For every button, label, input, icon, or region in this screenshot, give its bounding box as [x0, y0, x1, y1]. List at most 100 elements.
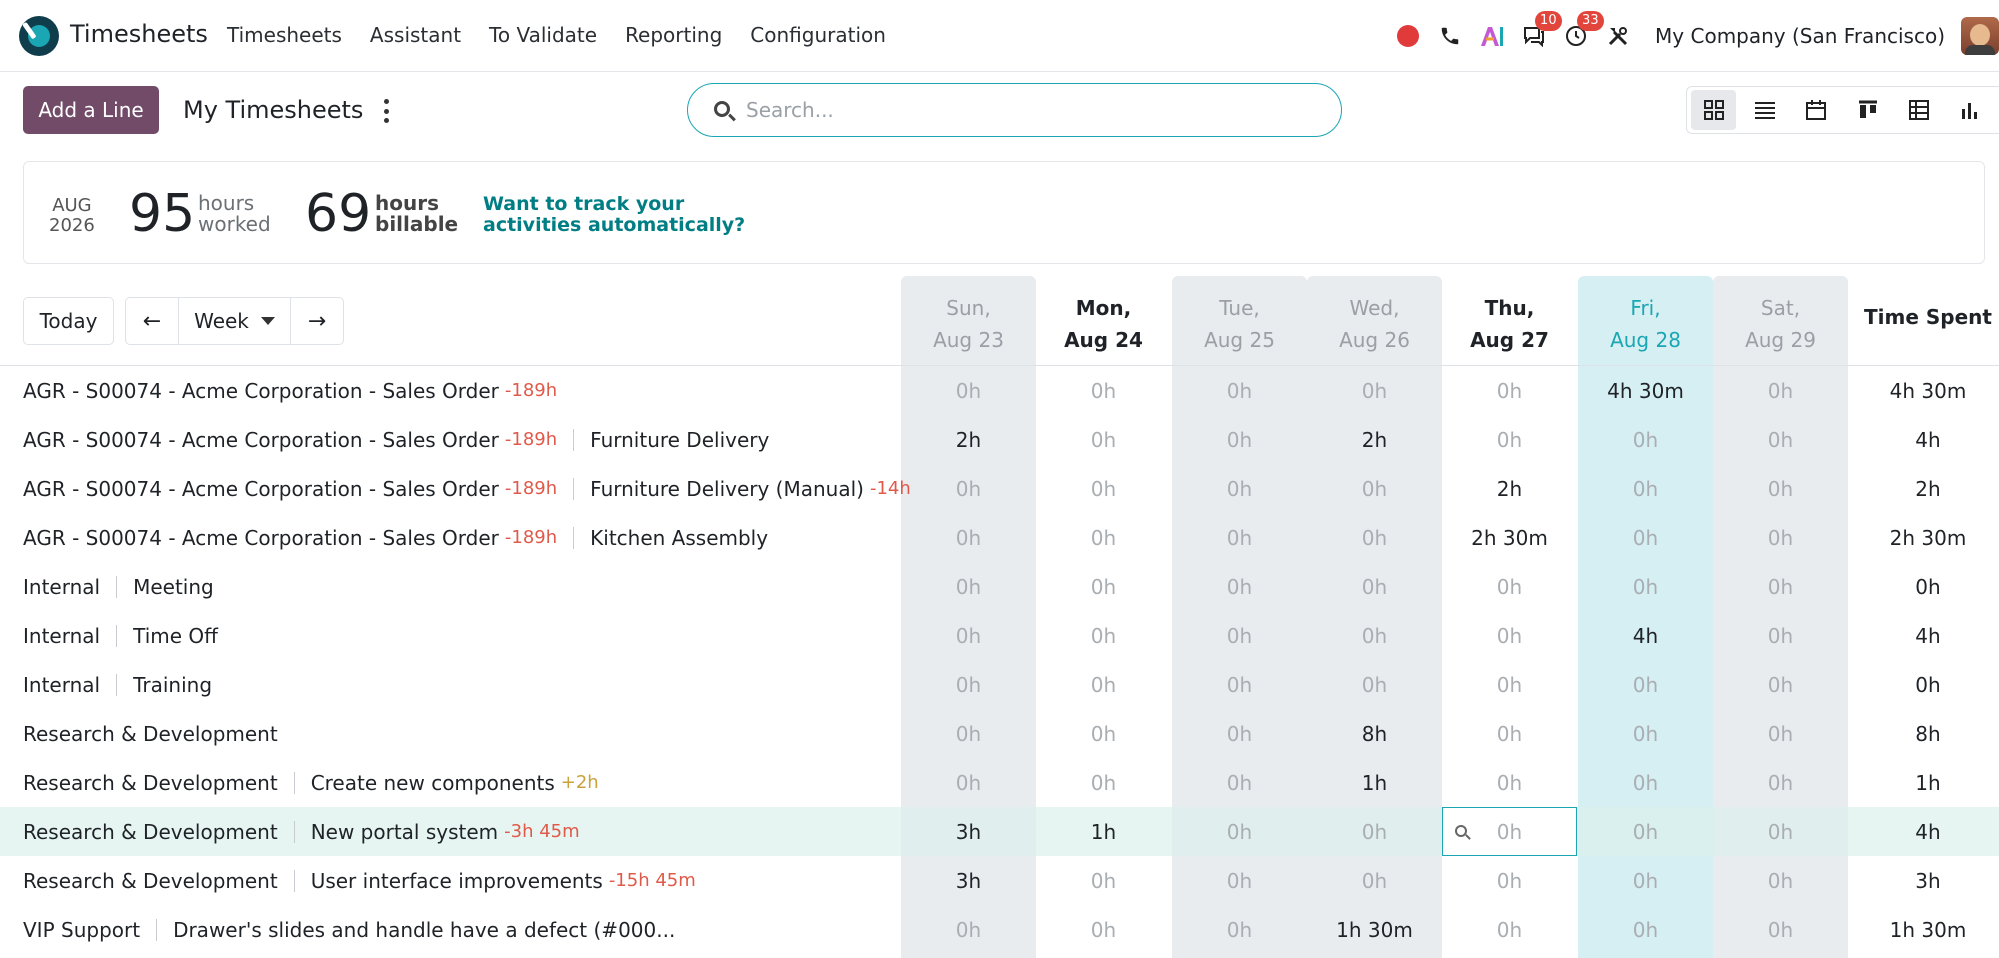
timesheet-cell[interactable]: 0h: [1442, 611, 1577, 660]
task-name[interactable]: Kitchen Assembly: [590, 526, 768, 550]
project-name[interactable]: Internal: [23, 624, 100, 648]
user-avatar[interactable]: [1961, 17, 1999, 55]
timesheet-cell[interactable]: 8h: [1307, 709, 1442, 758]
timesheet-cell[interactable]: 2h: [1307, 415, 1442, 464]
app-title[interactable]: Timesheets: [70, 20, 208, 48]
timesheet-cell[interactable]: 0h: [1036, 513, 1171, 562]
timesheet-cell[interactable]: 0h: [901, 709, 1036, 758]
menu-item-assistant[interactable]: Assistant: [370, 23, 461, 47]
project-name[interactable]: AGR - S00074 - Acme Corporation - Sales …: [23, 477, 499, 501]
task-name[interactable]: User interface improvements: [311, 869, 603, 893]
timesheet-cell[interactable]: 0h: [1172, 415, 1307, 464]
timesheet-cell[interactable]: 2h: [1442, 464, 1577, 513]
project-name[interactable]: Research & Development: [23, 820, 278, 844]
timesheet-cell[interactable]: 0h: [1442, 366, 1577, 415]
menu-item-configuration[interactable]: Configuration: [750, 23, 886, 47]
timesheet-cell[interactable]: 0h: [1172, 758, 1307, 807]
timesheet-cell[interactable]: 0h: [1307, 513, 1442, 562]
timesheet-cell[interactable]: 2h 30m: [1442, 513, 1577, 562]
project-name[interactable]: Internal: [23, 575, 100, 599]
timesheet-cell[interactable]: 0h: [1442, 856, 1577, 905]
pivot-view-icon[interactable]: [1896, 90, 1941, 130]
timesheet-cell[interactable]: 3h: [901, 807, 1036, 856]
timesheet-cell[interactable]: 1h 30m: [1307, 905, 1442, 954]
timesheet-cell[interactable]: 0h: [1442, 660, 1577, 709]
timesheet-cell[interactable]: 0h: [1172, 856, 1307, 905]
timesheet-cell[interactable]: 0h: [1172, 660, 1307, 709]
timesheet-cell[interactable]: 0h: [1172, 464, 1307, 513]
project-name[interactable]: VIP Support: [23, 918, 140, 942]
project-name[interactable]: AGR - S00074 - Acme Corporation - Sales …: [23, 526, 499, 550]
timesheet-cell[interactable]: 0h: [1578, 660, 1713, 709]
row-label[interactable]: AGR - S00074 - Acme Corporation - Sales …: [23, 366, 557, 415]
timesheet-cell[interactable]: 4h: [1578, 611, 1713, 660]
timesheet-cell[interactable]: 0h: [901, 611, 1036, 660]
timesheet-cell[interactable]: 0h: [1578, 513, 1713, 562]
timesheet-cell[interactable]: 0h: [901, 366, 1036, 415]
timesheet-cell[interactable]: 1h: [1036, 807, 1171, 856]
add-line-button[interactable]: Add a Line: [23, 86, 159, 134]
row-label[interactable]: Research & Development User interface imp…: [23, 856, 696, 905]
record-dot-icon[interactable]: [1397, 25, 1420, 47]
timesheet-cell[interactable]: 0h: [1578, 415, 1713, 464]
today-button[interactable]: Today: [23, 297, 114, 345]
timesheet-cell[interactable]: 0h: [1036, 415, 1171, 464]
chat-icon[interactable]: 10: [1521, 11, 1562, 49]
timesheet-cell[interactable]: 0h: [1307, 464, 1442, 513]
previous-arrow-icon[interactable]: ←: [126, 298, 178, 344]
timesheet-cell[interactable]: 0h: [1172, 807, 1307, 856]
timesheet-cell[interactable]: 0h: [1036, 758, 1171, 807]
search-icon[interactable]: [1455, 825, 1467, 837]
row-label[interactable]: AGR - S00074 - Acme Corporation - Sales …: [23, 415, 769, 464]
timesheet-cell[interactable]: 0h: [1713, 709, 1848, 758]
timesheet-cell[interactable]: 0h: [1713, 366, 1848, 415]
timesheet-cell[interactable]: 0h: [1713, 807, 1848, 856]
timesheet-cell[interactable]: 2h: [901, 415, 1036, 464]
timesheet-cell[interactable]: 0h: [1713, 464, 1848, 513]
clock-icon[interactable]: 33: [1563, 11, 1604, 49]
phone-icon[interactable]: [1437, 23, 1463, 49]
timesheet-cell[interactable]: 0h: [1578, 905, 1713, 954]
timesheet-cell[interactable]: 0h: [901, 513, 1036, 562]
timesheet-cell[interactable]: 1h: [1307, 758, 1442, 807]
timesheet-cell[interactable]: 0h: [1307, 562, 1442, 611]
timesheet-cell[interactable]: 0h: [1442, 562, 1577, 611]
timesheet-cell[interactable]: 3h: [901, 856, 1036, 905]
timesheet-cell[interactable]: 0h: [1307, 660, 1442, 709]
row-label[interactable]: Internal Meeting: [23, 562, 214, 611]
row-label[interactable]: Internal Time Off: [23, 611, 218, 660]
task-name[interactable]: Furniture Delivery: [590, 428, 769, 452]
timesheet-cell[interactable]: 0h: [1172, 709, 1307, 758]
timesheet-cell[interactable]: 0h: [1442, 415, 1577, 464]
project-name[interactable]: Research & Development: [23, 722, 278, 746]
timesheet-cell[interactable]: 0h: [1713, 660, 1848, 709]
track-link-line1[interactable]: Want to track your: [483, 194, 745, 215]
timesheet-cell[interactable]: 0h: [901, 758, 1036, 807]
task-name[interactable]: Training: [133, 673, 212, 697]
timesheet-cell[interactable]: 0h: [1172, 611, 1307, 660]
task-name[interactable]: Time Off: [133, 624, 218, 648]
timesheet-cell[interactable]: 0h: [1036, 709, 1171, 758]
app-logo-icon[interactable]: [19, 16, 59, 56]
range-dropdown[interactable]: Week: [178, 298, 291, 344]
row-label[interactable]: Research & Development New portal system -…: [23, 807, 580, 856]
project-name[interactable]: Research & Development: [23, 771, 278, 795]
timesheet-cell[interactable]: 0h: [1036, 464, 1171, 513]
timesheet-cell[interactable]: 0h: [1578, 562, 1713, 611]
project-name[interactable]: AGR - S00074 - Acme Corporation - Sales …: [23, 379, 499, 403]
grid-view-icon[interactable]: [1691, 90, 1737, 130]
timesheet-cell[interactable]: 0h: [901, 562, 1036, 611]
timesheet-cell[interactable]: 0h: [1172, 562, 1307, 611]
project-name[interactable]: AGR - S00074 - Acme Corporation - Sales …: [23, 428, 499, 452]
task-name[interactable]: Meeting: [133, 575, 214, 599]
timesheet-cell[interactable]: 0h: [1713, 611, 1848, 660]
track-activities-link[interactable]: Want to track your activities automatica…: [483, 194, 745, 236]
timesheet-cell[interactable]: 0h: [1442, 905, 1577, 954]
timesheet-cell[interactable]: 0h: [1713, 758, 1848, 807]
timesheet-cell[interactable]: 0h: [1578, 464, 1713, 513]
menu-item-reporting[interactable]: Reporting: [625, 23, 722, 47]
timesheet-cell[interactable]: 0h: [1442, 807, 1577, 856]
row-label[interactable]: Internal Training: [23, 660, 212, 709]
timesheet-cell[interactable]: 0h: [1172, 366, 1307, 415]
timesheet-cell[interactable]: 0h: [1442, 709, 1577, 758]
